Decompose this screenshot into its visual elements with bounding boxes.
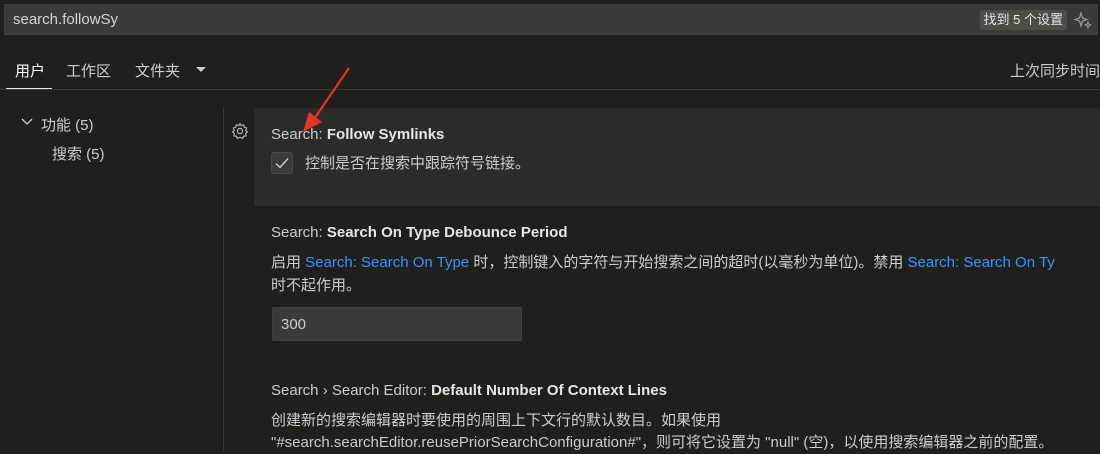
setting-title-context-lines: Search › Search Editor: Default Number O… xyxy=(271,382,667,399)
setting-description-follow-symlinks: 控制是否在搜索中跟踪符号链接。 xyxy=(305,155,531,172)
tabs-divider xyxy=(0,89,1100,90)
search-on-type-link[interactable]: Search: Search On Type xyxy=(305,254,469,271)
settings-toc: 功能 (5) 搜索 (5) xyxy=(0,100,223,451)
tab-user[interactable]: 用户 xyxy=(15,60,45,81)
setting-title-debounce-period: Search: Search On Type Debounce Period xyxy=(271,224,568,241)
setting-description-debounce-period-line2: 时不起作用。 xyxy=(271,277,362,294)
gear-icon[interactable] xyxy=(230,121,250,141)
toc-divider xyxy=(223,108,224,451)
toc-item-search[interactable]: 搜索 (5) xyxy=(52,143,105,164)
filter-sparkle-icon[interactable] xyxy=(1073,10,1093,30)
chevron-down-icon[interactable] xyxy=(21,117,33,127)
toc-item-features[interactable]: 功能 (5) xyxy=(41,114,94,135)
debounce-period-input[interactable] xyxy=(281,308,511,340)
settings-search-box[interactable]: 找到 5 个设置 xyxy=(4,4,1098,35)
setting-description-context-lines: 创建新的搜索编辑器时要使用的周围上下文行的默认数目。如果使用 xyxy=(271,412,722,429)
search-on-type-link-2[interactable]: Search: Search On Ty xyxy=(908,254,1055,271)
search-result-count-badge: 找到 5 个设置 xyxy=(979,10,1067,30)
settings-search-input[interactable] xyxy=(13,5,913,34)
last-sync-label: 上次同步时间 xyxy=(1009,63,1100,80)
settings-scope-tabs: 用户 工作区 文件夹 上次同步时间 xyxy=(0,50,1100,90)
annotation-arrow xyxy=(303,67,350,132)
tab-workspace[interactable]: 工作区 xyxy=(66,60,111,81)
check-icon xyxy=(275,158,289,169)
tab-folder[interactable]: 文件夹 xyxy=(135,60,180,81)
setting-description-debounce-period: 启用 Search: Search On Type 时，控制键入的字符与开始搜索… xyxy=(271,254,1055,271)
chevron-down-icon[interactable] xyxy=(194,65,208,75)
follow-symlinks-checkbox[interactable] xyxy=(271,152,293,174)
debounce-period-field[interactable] xyxy=(272,307,522,341)
